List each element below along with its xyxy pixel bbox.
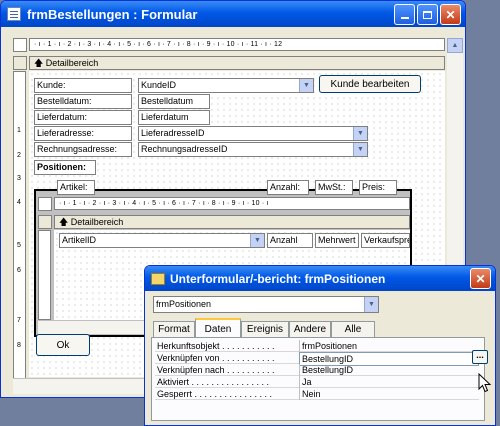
subform-detail-section-header[interactable]: 🡅 Detailbereich bbox=[54, 215, 410, 229]
vruler-number: 1 bbox=[17, 127, 21, 134]
window-titlebar[interactable]: frmBestellungen : Formular ✕ bbox=[1, 1, 465, 27]
scroll-up-button[interactable]: ▲ bbox=[447, 38, 463, 53]
dialog-titlebar[interactable]: Unterformular/-bericht: frmPositionen ✕ bbox=[145, 266, 495, 291]
kunde-combo[interactable]: KundeID ▼ bbox=[138, 78, 314, 93]
property-row[interactable]: Verknüpfen von . . . . . . . . . . . Bes… bbox=[155, 352, 479, 366]
vruler-number: 3 bbox=[17, 175, 21, 182]
subform-header-mwst[interactable]: MwSt.: bbox=[315, 180, 353, 195]
kunde-label[interactable]: Kunde: bbox=[34, 78, 132, 93]
bestelldatum-label[interactable]: Bestelldatum: bbox=[34, 94, 132, 109]
dialog-title: Unterformular/-bericht: frmPositionen bbox=[170, 271, 386, 286]
ok-button[interactable]: Ok bbox=[36, 334, 90, 356]
maximize-icon bbox=[423, 10, 432, 19]
lieferdatum-label[interactable]: Lieferdatum: bbox=[34, 110, 132, 125]
bestelldatum-field[interactable]: Bestelldatum bbox=[138, 94, 210, 109]
property-name: Herkunftsobjekt . . . . . . . . . . . bbox=[157, 341, 275, 351]
rechnungsadresse-label[interactable]: Rechnungsadresse: bbox=[34, 142, 132, 157]
lieferadresse-combo[interactable]: LieferadresseID ▼ bbox=[138, 126, 368, 141]
property-row[interactable]: Herkunftsobjekt . . . . . . . . . . . fr… bbox=[155, 340, 479, 352]
close-icon: ✕ bbox=[475, 271, 486, 286]
detail-section-header[interactable]: 🡅 Detailbereich bbox=[29, 56, 445, 70]
chevron-down-icon[interactable]: ▼ bbox=[299, 79, 313, 92]
vruler-number: 5 bbox=[17, 242, 21, 249]
vruler-number: 6 bbox=[17, 267, 21, 274]
lieferdatum-field[interactable]: Lieferdatum bbox=[138, 110, 210, 125]
section-arrow-icon: 🡅 bbox=[34, 58, 44, 68]
properties-icon bbox=[151, 272, 165, 285]
chevron-down-icon[interactable]: ▼ bbox=[250, 234, 264, 247]
property-row[interactable]: Gesperrt . . . . . . . . . . . . . . . .… bbox=[155, 388, 479, 400]
kunde-bearbeiten-button[interactable]: Kunde bearbeiten bbox=[319, 75, 421, 93]
subform-anzahl-field[interactable]: Anzahl bbox=[267, 233, 313, 248]
subform-ruler-corner[interactable] bbox=[38, 197, 52, 211]
vruler-number: 4 bbox=[17, 199, 21, 206]
mouse-pointer-icon bbox=[478, 373, 491, 393]
form-icon bbox=[7, 7, 21, 21]
chevron-down-icon[interactable]: ▼ bbox=[364, 297, 378, 312]
minimize-button[interactable] bbox=[394, 4, 415, 25]
tab-format[interactable]: Format bbox=[153, 321, 195, 337]
vertical-ruler[interactable]: 1 2 3 4 5 6 7 8 bbox=[13, 71, 26, 391]
positionen-label[interactable]: Positionen: bbox=[34, 160, 96, 175]
property-row[interactable]: Verknüpfen nach . . . . . . . . . . Best… bbox=[155, 364, 479, 376]
property-name: Gesperrt . . . . . . . . . . . . . . . . bbox=[157, 389, 273, 399]
vruler-number: 7 bbox=[17, 317, 21, 324]
chevron-down-icon[interactable]: ▼ bbox=[353, 143, 367, 156]
section-selector[interactable] bbox=[13, 56, 27, 70]
dialog-close-button[interactable]: ✕ bbox=[470, 268, 491, 289]
property-row[interactable]: Aktiviert . . . . . . . . . . . . . . . … bbox=[155, 376, 479, 388]
section-arrow-icon: 🡅 bbox=[59, 217, 69, 227]
property-value[interactable]: Ja bbox=[299, 376, 479, 388]
chevron-down-icon[interactable]: ▼ bbox=[353, 127, 367, 140]
subform-header-artikel[interactable]: Artikel: bbox=[57, 180, 95, 195]
maximize-button[interactable] bbox=[417, 4, 438, 25]
object-select[interactable]: frmPositionen ▼ bbox=[153, 296, 379, 313]
properties-dialog: Unterformular/-bericht: frmPositionen ✕ … bbox=[144, 265, 496, 426]
subform-header-preis[interactable]: Preis: bbox=[359, 180, 397, 195]
vruler-number: 2 bbox=[17, 152, 21, 159]
tab-alle[interactable]: Alle bbox=[331, 321, 375, 337]
subform-section-selector[interactable] bbox=[38, 215, 52, 229]
rechnungsadresse-combo[interactable]: RechnungsadresseID ▼ bbox=[138, 142, 368, 157]
window-title: frmBestellungen : Formular bbox=[27, 6, 198, 22]
property-name: Aktiviert . . . . . . . . . . . . . . . … bbox=[157, 377, 270, 387]
ruler-corner[interactable] bbox=[13, 38, 27, 52]
subform-vertical-ruler[interactable] bbox=[38, 230, 51, 320]
tab-daten[interactable]: Daten bbox=[195, 318, 241, 338]
minimize-icon bbox=[400, 16, 409, 19]
property-name: Verknüpfen nach . . . . . . . . . . bbox=[157, 365, 275, 375]
subform-artikel-combo[interactable]: ArtikelID ▼ bbox=[59, 233, 265, 248]
subform-horizontal-ruler[interactable]: · ı · 1 · ı · 2 · ı · 3 · ı · 4 · ı · 5 … bbox=[54, 197, 410, 210]
close-icon: ✕ bbox=[445, 7, 456, 22]
lieferadresse-label[interactable]: Lieferadresse: bbox=[34, 126, 132, 141]
property-name: Verknüpfen von . . . . . . . . . . . bbox=[157, 353, 275, 363]
subform-preis-field[interactable]: Verkaufspre bbox=[361, 233, 410, 248]
subform-mwst-field[interactable]: Mehrwert bbox=[315, 233, 359, 248]
property-value[interactable]: frmPositionen bbox=[299, 340, 479, 352]
property-value[interactable]: Nein bbox=[299, 388, 479, 400]
tab-andere[interactable]: Andere bbox=[289, 321, 331, 337]
builder-button[interactable]: ... bbox=[472, 350, 488, 364]
horizontal-ruler[interactable]: · ı · 1 · ı · 2 · ı · 3 · ı · 4 · ı · 5 … bbox=[29, 38, 445, 51]
close-button[interactable]: ✕ bbox=[440, 4, 461, 25]
subform-header-anzahl[interactable]: Anzahl: bbox=[267, 180, 309, 195]
tab-ereignis[interactable]: Ereignis bbox=[241, 321, 289, 337]
property-value[interactable]: BestellungID bbox=[299, 364, 479, 376]
vruler-number: 8 bbox=[17, 342, 21, 349]
